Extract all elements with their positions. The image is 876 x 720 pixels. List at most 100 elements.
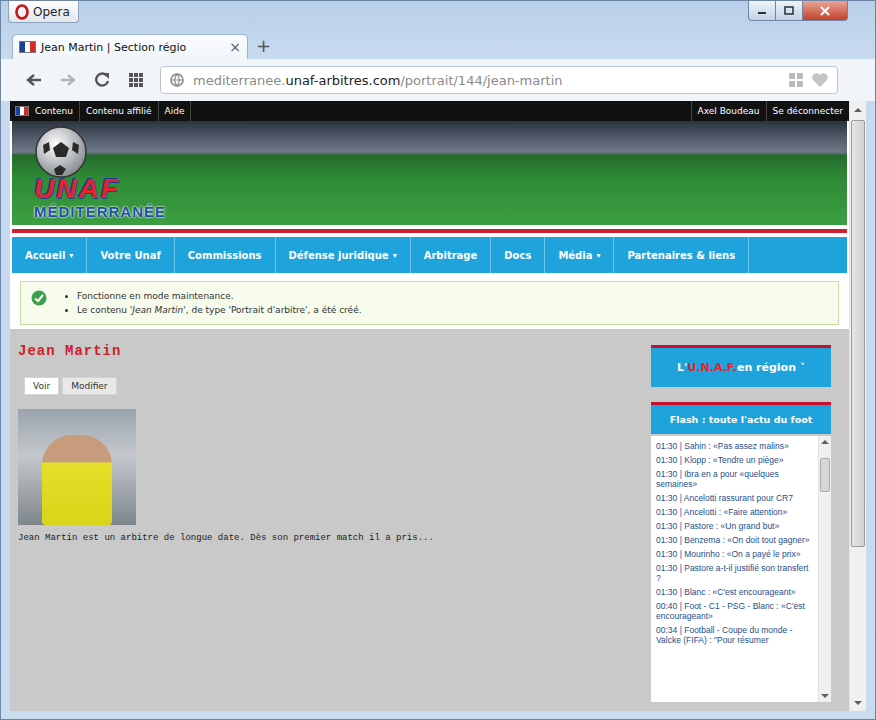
grid-icon — [128, 72, 144, 88]
flash-scrollbar[interactable] — [818, 436, 831, 702]
nav-item[interactable]: Accueil ▾ — [12, 237, 87, 273]
new-tab-button[interactable]: + — [256, 34, 271, 59]
nav-label: Défense juridique — [289, 250, 389, 261]
reload-icon — [93, 71, 111, 89]
flash-item[interactable]: 01:30 | Klopp : «Tendre un piège» — [656, 455, 815, 465]
admin-toolbar: ContenuContenu affiliéAide Axel BoudeauSe… — [10, 101, 849, 121]
browser-window: Opera Jean Martin | Section régio × + medite… — [0, 0, 876, 720]
web-page: ContenuContenu affiliéAide Axel BoudeauSe… — [10, 101, 849, 711]
dropdown-caret: ▾ — [69, 251, 73, 260]
referee-photo — [18, 409, 136, 525]
nav-label: Docs — [504, 250, 531, 261]
minimize-button[interactable] — [748, 1, 776, 21]
node-tabs: VoirModifier — [18, 377, 651, 395]
forward-button[interactable] — [56, 68, 80, 92]
dropdown-caret: ˅ — [800, 362, 805, 373]
dropdown-caret: ▾ — [596, 251, 600, 260]
opera-menu-button[interactable]: Opera — [8, 1, 79, 23]
back-button[interactable] — [22, 68, 46, 92]
message-item: Le contenu 'Jean Martin', de type 'Portr… — [77, 303, 362, 317]
globe-icon — [169, 72, 185, 88]
admin-link[interactable]: Contenu affilié — [80, 101, 159, 121]
nav-item[interactable]: Média ▾ — [545, 237, 614, 273]
nav-item[interactable]: Commissions — [175, 237, 276, 273]
close-button[interactable] — [803, 1, 848, 21]
status-message: Fonctionne en mode maintenance.Le conten… — [20, 281, 839, 325]
nav-item[interactable]: Partenaires & liens — [614, 237, 749, 273]
message-list: Fonctionne en mode maintenance.Le conten… — [61, 289, 362, 317]
flash-item[interactable]: 01:30 | Ancelotti rassurant pour CR7 — [656, 493, 815, 503]
main-area: Jean MartinVoirModifierJean Martin est u… — [10, 329, 849, 711]
browser-tab[interactable]: Jean Martin | Section régio × — [12, 34, 248, 59]
nav-label: Votre Unaf — [100, 250, 160, 261]
title-bar: Opera — [1, 1, 875, 31]
nav-label: Média — [558, 250, 592, 261]
heart-icon[interactable] — [811, 72, 829, 88]
scroll-thumb[interactable] — [820, 458, 830, 492]
forward-arrow-icon — [59, 72, 77, 88]
admin-link[interactable]: Contenu — [29, 101, 80, 121]
tab-title: Jean Martin | Section régio — [41, 41, 224, 54]
flash-item[interactable]: 01:30 | Pastore : «Un grand but» — [656, 521, 815, 531]
dropdown-caret: ▾ — [393, 251, 397, 260]
minimize-icon — [757, 6, 767, 16]
page-scrollbar[interactable] — [849, 101, 866, 711]
nav-label: Commissions — [188, 250, 262, 261]
summary-text: Jean Martin est un arbitre de longue dat… — [18, 533, 651, 543]
maximize-icon — [784, 6, 794, 16]
close-icon — [819, 6, 831, 16]
nav-item[interactable]: Arbitrage — [411, 237, 492, 273]
flash-item[interactable]: 01:30 | Benzema : «On doit tout gagner» — [656, 535, 815, 545]
opera-menu-label: Opera — [33, 5, 70, 19]
flash-item[interactable]: 01:30 | Ibra en a pour «quelques semaine… — [656, 469, 815, 489]
header-banner: UNAFMÉDITERRANÉE — [12, 121, 847, 225]
window-controls — [748, 1, 848, 21]
flash-header: Flash : toute l'actu du foot — [651, 402, 831, 434]
admin-link[interactable]: Aide — [159, 101, 192, 121]
node-content: Jean MartinVoirModifierJean Martin est u… — [18, 343, 651, 711]
opera-logo-icon — [15, 4, 29, 20]
nav-item[interactable]: Défense juridique ▾ — [276, 237, 411, 273]
header-rule — [12, 229, 847, 233]
node-tab[interactable]: Voir — [24, 377, 59, 395]
favicon-flag-icon — [19, 41, 36, 53]
flash-item[interactable]: 01:30 | Ancelotti : «Faire attention» — [656, 507, 815, 517]
admin-flag-icon — [15, 106, 29, 116]
logo-title: UNAF — [34, 175, 120, 203]
flash-item[interactable]: 01:30 | Blanc : «C'est encourageant» — [656, 587, 815, 597]
maximize-button[interactable] — [776, 1, 803, 21]
nav-label: Arbitrage — [424, 250, 478, 261]
message-item: Fonctionne en mode maintenance. — [77, 289, 362, 303]
tab-close-button[interactable]: × — [229, 39, 241, 55]
flash-item[interactable]: 00:34 | Football - Coupe du monde - Valc… — [656, 625, 815, 645]
region-block[interactable]: L'U.N.A.F. en région˅ — [651, 345, 831, 387]
sidebar: L'U.N.A.F. en région˅ Flash : toute l'act… — [651, 343, 831, 711]
speed-dial-button[interactable] — [124, 68, 148, 92]
back-arrow-icon — [25, 72, 43, 88]
nav-label: Accueil — [25, 250, 65, 261]
browser-toolbar: mediterranee.unaf-arbitres.com/portrait/… — [1, 59, 875, 101]
main-navigation: Accueil ▾ Votre Unaf Commissions Défense jur… — [12, 237, 847, 273]
admin-link[interactable]: Axel Boudeau — [691, 101, 766, 121]
url-text: mediterranee.unaf-arbitres.com/portrait/… — [193, 73, 781, 88]
scroll-thumb[interactable] — [851, 120, 865, 547]
nav-label: Partenaires & liens — [627, 250, 735, 261]
flash-item[interactable]: 01:30 | Sahin : «Pas assez malins» — [656, 441, 815, 451]
admin-link[interactable]: Se déconnecter — [766, 101, 849, 121]
reload-button[interactable] — [90, 68, 114, 92]
node-tab[interactable]: Modifier — [62, 377, 116, 395]
address-field[interactable]: mediterranee.unaf-arbitres.com/portrait/… — [160, 66, 838, 94]
tab-bar: Jean Martin | Section régio × + — [1, 31, 875, 59]
flash-item[interactable]: 01:30 | Mourinho : «On a payé le prix» — [656, 549, 815, 559]
logo-subtitle: MÉDITERRANÉE — [34, 203, 166, 221]
ball-icon — [34, 125, 88, 179]
viewport: ContenuContenu affiliéAide Axel BoudeauSe… — [1, 101, 875, 711]
site-logo[interactable]: UNAFMÉDITERRANÉE — [34, 125, 166, 221]
flash-item[interactable]: 00:40 | Foot - C1 - PSG - Blanc : «C'est… — [656, 601, 815, 621]
window-frame — [1, 711, 875, 719]
tile-view-icon[interactable] — [789, 73, 803, 87]
flash-item[interactable]: 01:30 | Pastore a-t-il justifié son tran… — [656, 563, 815, 583]
nav-item[interactable]: Docs — [491, 237, 545, 273]
check-icon — [31, 290, 47, 306]
nav-item[interactable]: Votre Unaf — [87, 237, 174, 273]
